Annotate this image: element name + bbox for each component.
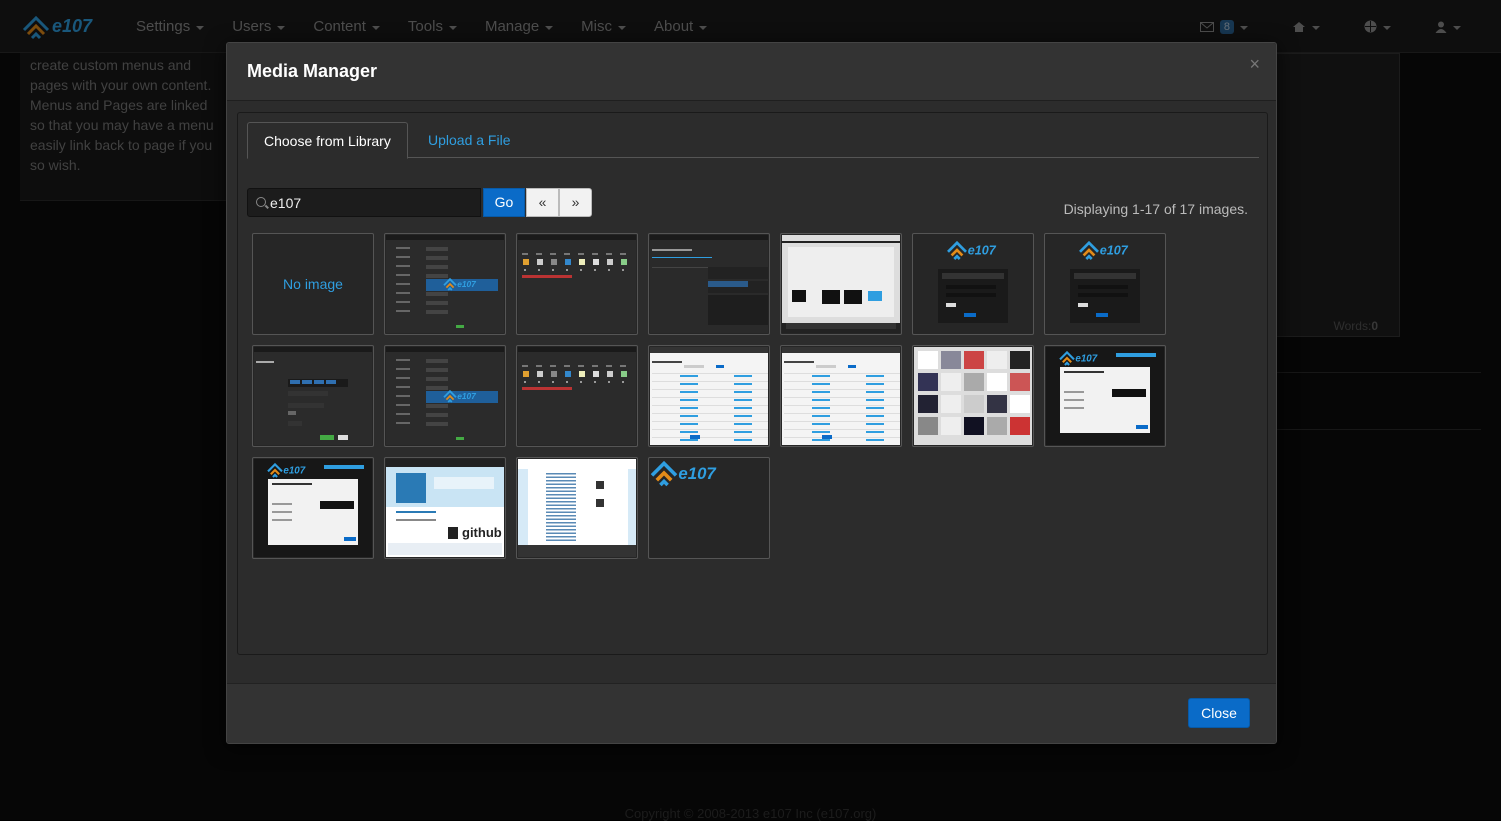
thumbnail-image <box>254 347 372 445</box>
media-thumbnail[interactable] <box>648 233 770 335</box>
media-thumbnail[interactable] <box>912 345 1034 447</box>
thumbnail-image <box>518 459 636 557</box>
svg-text:e107: e107 <box>457 391 476 401</box>
svg-text:e107: e107 <box>968 244 997 258</box>
close-icon[interactable]: × <box>1249 55 1260 73</box>
thumbnail-image <box>650 347 768 445</box>
media-thumbnail[interactable]: e107 <box>1044 233 1166 335</box>
next-page-button[interactable]: » <box>559 188 592 217</box>
svg-text:e107: e107 <box>283 466 305 477</box>
tab-choose-from-library[interactable]: Choose from Library <box>247 122 408 159</box>
thumbnail-image <box>518 347 636 445</box>
thumbnail-image: e107 <box>1046 347 1164 445</box>
media-thumbnail[interactable]: No image <box>252 233 374 335</box>
modal-header: Media Manager × <box>227 43 1276 101</box>
search-input[interactable] <box>270 189 470 216</box>
search-box <box>247 188 481 217</box>
thumbnail-image: github <box>386 459 504 557</box>
media-thumbnail[interactable] <box>516 233 638 335</box>
thumbnail-image <box>650 235 768 333</box>
media-manager-modal: Media Manager × Choose from Library Uplo… <box>226 42 1277 744</box>
thumbnail-image: e107 <box>1046 235 1164 333</box>
media-thumbnail[interactable]: e107 <box>912 233 1034 335</box>
svg-text:e107: e107 <box>457 279 476 289</box>
thumbnail-image: e107 <box>386 235 504 333</box>
thumbnail-image <box>518 235 636 333</box>
modal-body: Choose from Library Upload a File Go « »… <box>237 112 1268 655</box>
svg-text:e107: e107 <box>1075 354 1097 365</box>
prev-page-button[interactable]: « <box>526 188 559 217</box>
thumbnail-image: e107 <box>650 459 768 557</box>
media-thumbnail[interactable] <box>252 345 374 447</box>
media-thumbnail[interactable]: e107 <box>384 345 506 447</box>
tab-upload-file[interactable]: Upload a File <box>412 122 527 158</box>
media-thumbnail[interactable]: e107 <box>648 457 770 559</box>
media-thumbnail[interactable]: e107 <box>252 457 374 559</box>
go-button[interactable]: Go <box>483 188 525 217</box>
thumbnail-image <box>782 347 900 445</box>
thumbnail-image: e107 <box>254 459 372 557</box>
media-thumbnail[interactable] <box>648 345 770 447</box>
media-thumbnail[interactable] <box>780 233 902 335</box>
display-count: Displaying 1-17 of 17 images. <box>1063 201 1248 217</box>
media-tabs: Choose from Library Upload a File <box>247 122 1259 159</box>
svg-text:e107: e107 <box>1100 244 1129 258</box>
thumbnail-image: e107 <box>914 235 1032 333</box>
thumbnail-image: e107 <box>386 347 504 445</box>
media-thumbnail[interactable] <box>516 345 638 447</box>
svg-text:github: github <box>462 525 502 540</box>
modal-footer: Close <box>227 683 1276 743</box>
thumbnail-image <box>782 235 900 333</box>
modal-title: Media Manager <box>247 61 378 81</box>
search-icon <box>256 197 266 207</box>
media-thumbnail[interactable]: github <box>384 457 506 559</box>
thumbnail-image <box>914 347 1032 445</box>
close-button[interactable]: Close <box>1188 698 1250 728</box>
media-thumbnail[interactable] <box>780 345 902 447</box>
media-thumbnail[interactable]: e107 <box>1044 345 1166 447</box>
no-image-label: No image <box>283 276 343 292</box>
svg-text:e107: e107 <box>678 464 716 483</box>
media-thumbnail[interactable]: e107 <box>384 233 506 335</box>
media-thumbnail[interactable] <box>516 457 638 559</box>
